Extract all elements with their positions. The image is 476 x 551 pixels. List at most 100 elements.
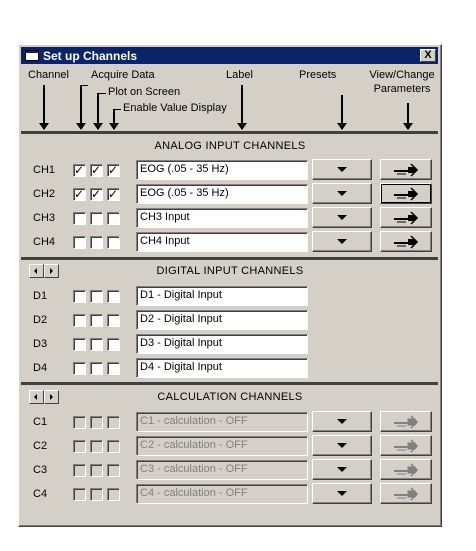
channel-arrow-icon [39,85,49,130]
header-label: Label [226,69,253,81]
view-parameters-button [380,411,432,432]
presets-dropdown-button[interactable] [312,207,372,228]
channel-name: CH1 [33,164,56,176]
presets-dropdown-button[interactable] [312,459,372,480]
plot-checkbox[interactable] [90,338,103,351]
plot-checkbox[interactable]: ✓ [90,187,103,201]
acquire-checkbox[interactable] [73,236,86,249]
channel-name: CH3 [33,212,56,224]
channel-name: C2 [33,440,48,452]
channel-label-input[interactable]: D4 - Digital Input [136,358,308,378]
value-display-checkbox [107,440,120,453]
plot-checkbox[interactable] [90,236,103,249]
channel-label-input[interactable]: CH3 Input [136,208,308,228]
plot-checkbox[interactable]: ✓ [90,163,103,177]
channel-label-input[interactable]: EOG (.05 - 35 Hz) [136,160,308,180]
analog-row-ch1: CH1 ✓ ✓ ✓ EOG (.05 - 35 Hz) [19,159,441,181]
analog-section-title: ANALOG INPUT CHANNELS [154,140,306,152]
check-icon: ✓ [108,163,119,177]
value-display-checkbox[interactable] [107,338,120,351]
header-presets: Presets [299,69,337,81]
calculation-row-c2: C2 C2 - calculation - OFF [19,435,441,457]
acquire-checkbox[interactable] [73,362,86,375]
header-channel: Channel [28,69,69,81]
view-parameters-button[interactable] [380,231,432,252]
calculation-row-c4: C4 C4 - calculation - OFF [19,483,441,505]
header-view-change: View/Change Parameters [365,69,439,95]
check-icon: ✓ [74,163,85,177]
header-view-change-line1: View/Change [369,69,435,81]
value-display-checkbox[interactable]: ✓ [107,163,120,177]
acquire-checkbox[interactable] [73,314,86,327]
channel-name: CH2 [33,188,56,200]
acquire-checkbox [73,488,86,501]
channel-label-input: C4 - calculation - OFF [136,484,308,504]
window-icon [25,50,39,61]
value-display-checkbox[interactable] [107,314,120,327]
presets-dropdown-button[interactable] [312,483,372,504]
view-parameters-button [380,435,432,456]
wrench-icon [394,487,419,501]
acquire-checkbox[interactable] [73,290,86,303]
value-display-checkbox[interactable] [107,362,120,375]
header-view-change-line2: Parameters [373,83,431,95]
check-icon: ✓ [91,163,102,177]
value-display-checkbox[interactable] [107,290,120,303]
digital-divider [21,257,438,260]
channel-name: C3 [33,464,48,476]
parameters-arrow-icon [403,103,413,130]
acquire-checkbox[interactable] [73,338,86,351]
plot-checkbox[interactable] [90,314,103,327]
plot-checkbox [90,464,103,477]
header-enable-value-display: Enable Value Display [123,102,227,114]
view-parameters-button[interactable] [380,183,432,204]
presets-dropdown-button[interactable] [312,183,372,204]
header-acquire-data: Acquire Data [91,69,155,81]
value-connector [113,109,121,110]
acquire-checkbox[interactable] [73,212,86,225]
plot-checkbox[interactable] [90,362,103,375]
channel-label-input[interactable]: D3 - Digital Input [136,334,308,354]
view-parameters-button[interactable] [380,207,432,228]
acquire-checkbox[interactable]: ✓ [73,163,86,177]
channel-label-input: C2 - calculation - OFF [136,436,308,456]
wrench-icon [394,235,419,249]
plot-connector [97,93,106,94]
value-display-checkbox [107,464,120,477]
view-parameters-button[interactable] [380,159,432,180]
presets-dropdown-button[interactable] [312,435,372,456]
check-icon: ✓ [74,187,85,201]
value-display-checkbox[interactable] [107,236,120,249]
presets-dropdown-button[interactable] [312,411,372,432]
label-arrow-icon [237,85,247,130]
plot-checkbox[interactable] [90,290,103,303]
presets-dropdown-button[interactable] [312,231,372,252]
channel-label-input: C3 - calculation - OFF [136,460,308,480]
channel-label-input[interactable]: CH4 Input [136,232,308,252]
value-arrow-icon [109,109,119,130]
channel-name: C1 [33,416,48,428]
plot-checkbox[interactable] [90,212,103,225]
value-display-checkbox[interactable]: ✓ [107,187,120,201]
channel-label-input[interactable]: D1 - Digital Input [136,286,308,306]
calculation-row-c3: C3 C3 - calculation - OFF [19,459,441,481]
channel-label-input[interactable]: D2 - Digital Input [136,310,308,330]
acquire-checkbox[interactable]: ✓ [73,187,86,201]
wrench-icon [394,415,419,429]
wrench-icon [394,163,419,177]
channel-name: C4 [33,488,48,500]
analog-row-ch3: CH3 CH3 Input [19,207,441,229]
value-display-checkbox[interactable] [107,212,120,225]
window-title: Set up Channels [43,49,138,63]
header-plot-on-screen: Plot on Screen [108,86,181,98]
digital-section-title: DIGITAL INPUT CHANNELS [156,265,304,277]
channel-label-input[interactable]: EOG (.05 - 35 Hz) [136,184,308,204]
plot-checkbox [90,440,103,453]
channel-name: CH4 [33,236,56,248]
close-button[interactable]: X [420,49,436,62]
channel-name: D3 [33,338,48,350]
presets-dropdown-button[interactable] [312,159,372,180]
value-display-checkbox [107,488,120,501]
title-bar: Set up Channels X [21,47,438,64]
calculation-divider [21,382,438,385]
